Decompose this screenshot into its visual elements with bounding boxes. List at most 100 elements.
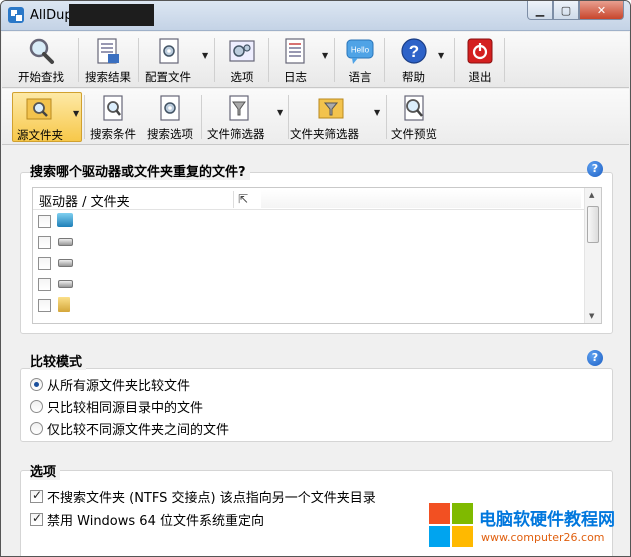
- hello-icon-text: Hello: [351, 46, 370, 55]
- checkbox-label: 不搜索文件夹 (NTFS 交接点) 该点指向另一个文件夹目录: [47, 491, 376, 506]
- column-header-drive-folder[interactable]: 驱动器 / 文件夹: [39, 191, 130, 210]
- scroll-down-icon[interactable]: ▼: [589, 312, 594, 320]
- search-criteria-icon: [103, 95, 123, 121]
- drive-checkbox[interactable]: [38, 278, 51, 291]
- scrollbar-thumb[interactable]: [587, 206, 599, 243]
- column-separator[interactable]: [233, 191, 234, 208]
- chevron-down-icon[interactable]: ▼: [322, 51, 328, 60]
- hard-drive-icon: [58, 238, 73, 246]
- drive-checkbox[interactable]: [38, 257, 51, 270]
- toolbar-separator: [454, 38, 455, 82]
- file-preview-button[interactable]: 文件预览: [388, 92, 440, 142]
- app-icon[interactable]: [8, 7, 24, 23]
- checkbox[interactable]: [30, 511, 43, 526]
- network-drive-icon: [57, 213, 73, 227]
- options-title: 选项: [30, 461, 61, 480]
- file-preview-icon: [404, 95, 424, 121]
- file-preview-label: 文件预览: [391, 127, 437, 141]
- toolbar-separator: [504, 38, 505, 82]
- chevron-down-icon[interactable]: ▼: [73, 109, 79, 118]
- window-title: AllDup: [30, 8, 73, 23]
- scroll-up-icon[interactable]: ▲: [589, 191, 594, 199]
- hard-drive-icon: [58, 280, 73, 288]
- checkbox[interactable]: [30, 488, 43, 503]
- language-button[interactable]: Hello 语言: [340, 35, 380, 85]
- chevron-down-icon[interactable]: ▼: [374, 108, 380, 117]
- hard-drive-icon: [58, 259, 73, 267]
- vertical-scrollbar[interactable]: ▲ ▼: [584, 188, 601, 323]
- help-label: 帮助: [402, 70, 425, 84]
- question-icon: ?: [401, 38, 427, 64]
- options-button[interactable]: 选项: [220, 35, 264, 85]
- toolbar-separator: [268, 38, 269, 82]
- list-item[interactable]: [38, 276, 238, 296]
- list-item[interactable]: [38, 213, 238, 233]
- folder-icon: [58, 297, 70, 312]
- compare-mode-title: 比较模式: [30, 351, 87, 370]
- list-item[interactable]: [38, 297, 238, 317]
- log-document-icon: [285, 38, 305, 64]
- radio-label: 从所有源文件夹比较文件: [47, 379, 191, 394]
- search-criteria-label: 搜索条件: [90, 127, 136, 141]
- search-options-label: 搜索选项: [147, 127, 193, 141]
- radio-label: 仅比较不同源文件夹之间的文件: [47, 423, 230, 438]
- list-item[interactable]: [38, 255, 238, 275]
- search-options-icon: [160, 95, 180, 121]
- question-icon[interactable]: ?: [587, 350, 603, 366]
- log-button[interactable]: ▼ 日志: [274, 35, 332, 85]
- caption-buttons: ▁ ▢ ✕: [527, 1, 624, 21]
- source-folders-button[interactable]: ▼ 源文件夹: [12, 92, 82, 142]
- search-results-button[interactable]: 搜索结果: [80, 35, 136, 85]
- chevron-down-icon[interactable]: ▼: [277, 108, 283, 117]
- toolbar-separator: [334, 38, 335, 82]
- exit-button[interactable]: 退出: [460, 35, 500, 85]
- folder-filter-button[interactable]: ▼ 文件夹筛选器: [290, 92, 384, 142]
- checkbox-label: 禁用 Windows 64 位文件系统重定向: [47, 514, 264, 529]
- search-options-button[interactable]: 搜索选项: [142, 92, 198, 142]
- drive-checkbox[interactable]: [38, 215, 51, 228]
- radio-button[interactable]: [30, 378, 43, 391]
- file-filter-label: 文件筛选器: [207, 127, 265, 141]
- toolbar-separator: [84, 95, 85, 139]
- file-filter-button[interactable]: ▼ 文件筛选器: [205, 92, 285, 142]
- search-results-label: 搜索结果: [85, 70, 131, 84]
- toolbar-separator: [201, 95, 202, 139]
- help-button[interactable]: ? ▼ 帮助: [390, 35, 450, 85]
- profile-gear-icon: [159, 38, 179, 64]
- source-folder-icon: [26, 98, 52, 120]
- language-label: 语言: [348, 70, 372, 84]
- close-button[interactable]: ✕: [579, 1, 624, 20]
- drive-folder-list[interactable]: 驱动器 / 文件夹 ⇱ ▲ ▼: [32, 187, 602, 324]
- magnifier-icon: [29, 38, 54, 64]
- toolbar-separator: [386, 95, 387, 139]
- question-icon[interactable]: ?: [587, 161, 603, 177]
- search-criteria-button[interactable]: 搜索条件: [86, 92, 140, 142]
- start-search-label: 开始查找: [18, 70, 64, 84]
- maximize-button[interactable]: ▢: [553, 1, 579, 20]
- list-item[interactable]: [38, 234, 238, 254]
- drive-checkbox[interactable]: [38, 299, 51, 312]
- chevron-down-icon[interactable]: ▼: [438, 51, 444, 60]
- windows-logo: [429, 503, 473, 547]
- exit-label: 退出: [468, 70, 492, 84]
- minimize-button[interactable]: ▁: [527, 1, 553, 20]
- settings-content: 搜索哪个驱动器或文件夹重复的文件? ? 驱动器 / 文件夹 ⇱ ▲ ▼ 比较模式…: [2, 146, 629, 556]
- start-search-button[interactable]: 开始查找: [6, 35, 76, 85]
- watermark-url: www.computer26.com: [481, 531, 605, 544]
- file-filter-icon: [229, 95, 249, 121]
- chevron-down-icon[interactable]: ▼: [202, 51, 208, 60]
- options-label: 选项: [230, 70, 254, 84]
- profile-button[interactable]: ▼ 配置文件: [142, 35, 210, 85]
- radio-button[interactable]: [30, 422, 43, 435]
- folder-filter-label: 文件夹筛选器: [290, 127, 359, 141]
- main-toolbar: 开始查找 搜索结果 ▼ 配置文件 选项 ▼ 日志 Hello 语言 ? ▼ 帮助…: [2, 32, 629, 88]
- log-label: 日志: [284, 70, 307, 84]
- profile-label: 配置文件: [145, 70, 191, 84]
- app-window: AllDup ▁ ▢ ✕ 开始查找 搜索结果 ▼ 配置文件 选项 ▼ 日志 He…: [0, 0, 631, 557]
- drive-checkbox[interactable]: [38, 236, 51, 249]
- question-mark: ?: [409, 42, 419, 61]
- title-bar[interactable]: AllDup ▁ ▢ ✕: [1, 1, 630, 31]
- hello-bubble-icon: Hello: [346, 39, 374, 64]
- radio-button[interactable]: [30, 400, 43, 413]
- redacted-header-area: [261, 190, 581, 208]
